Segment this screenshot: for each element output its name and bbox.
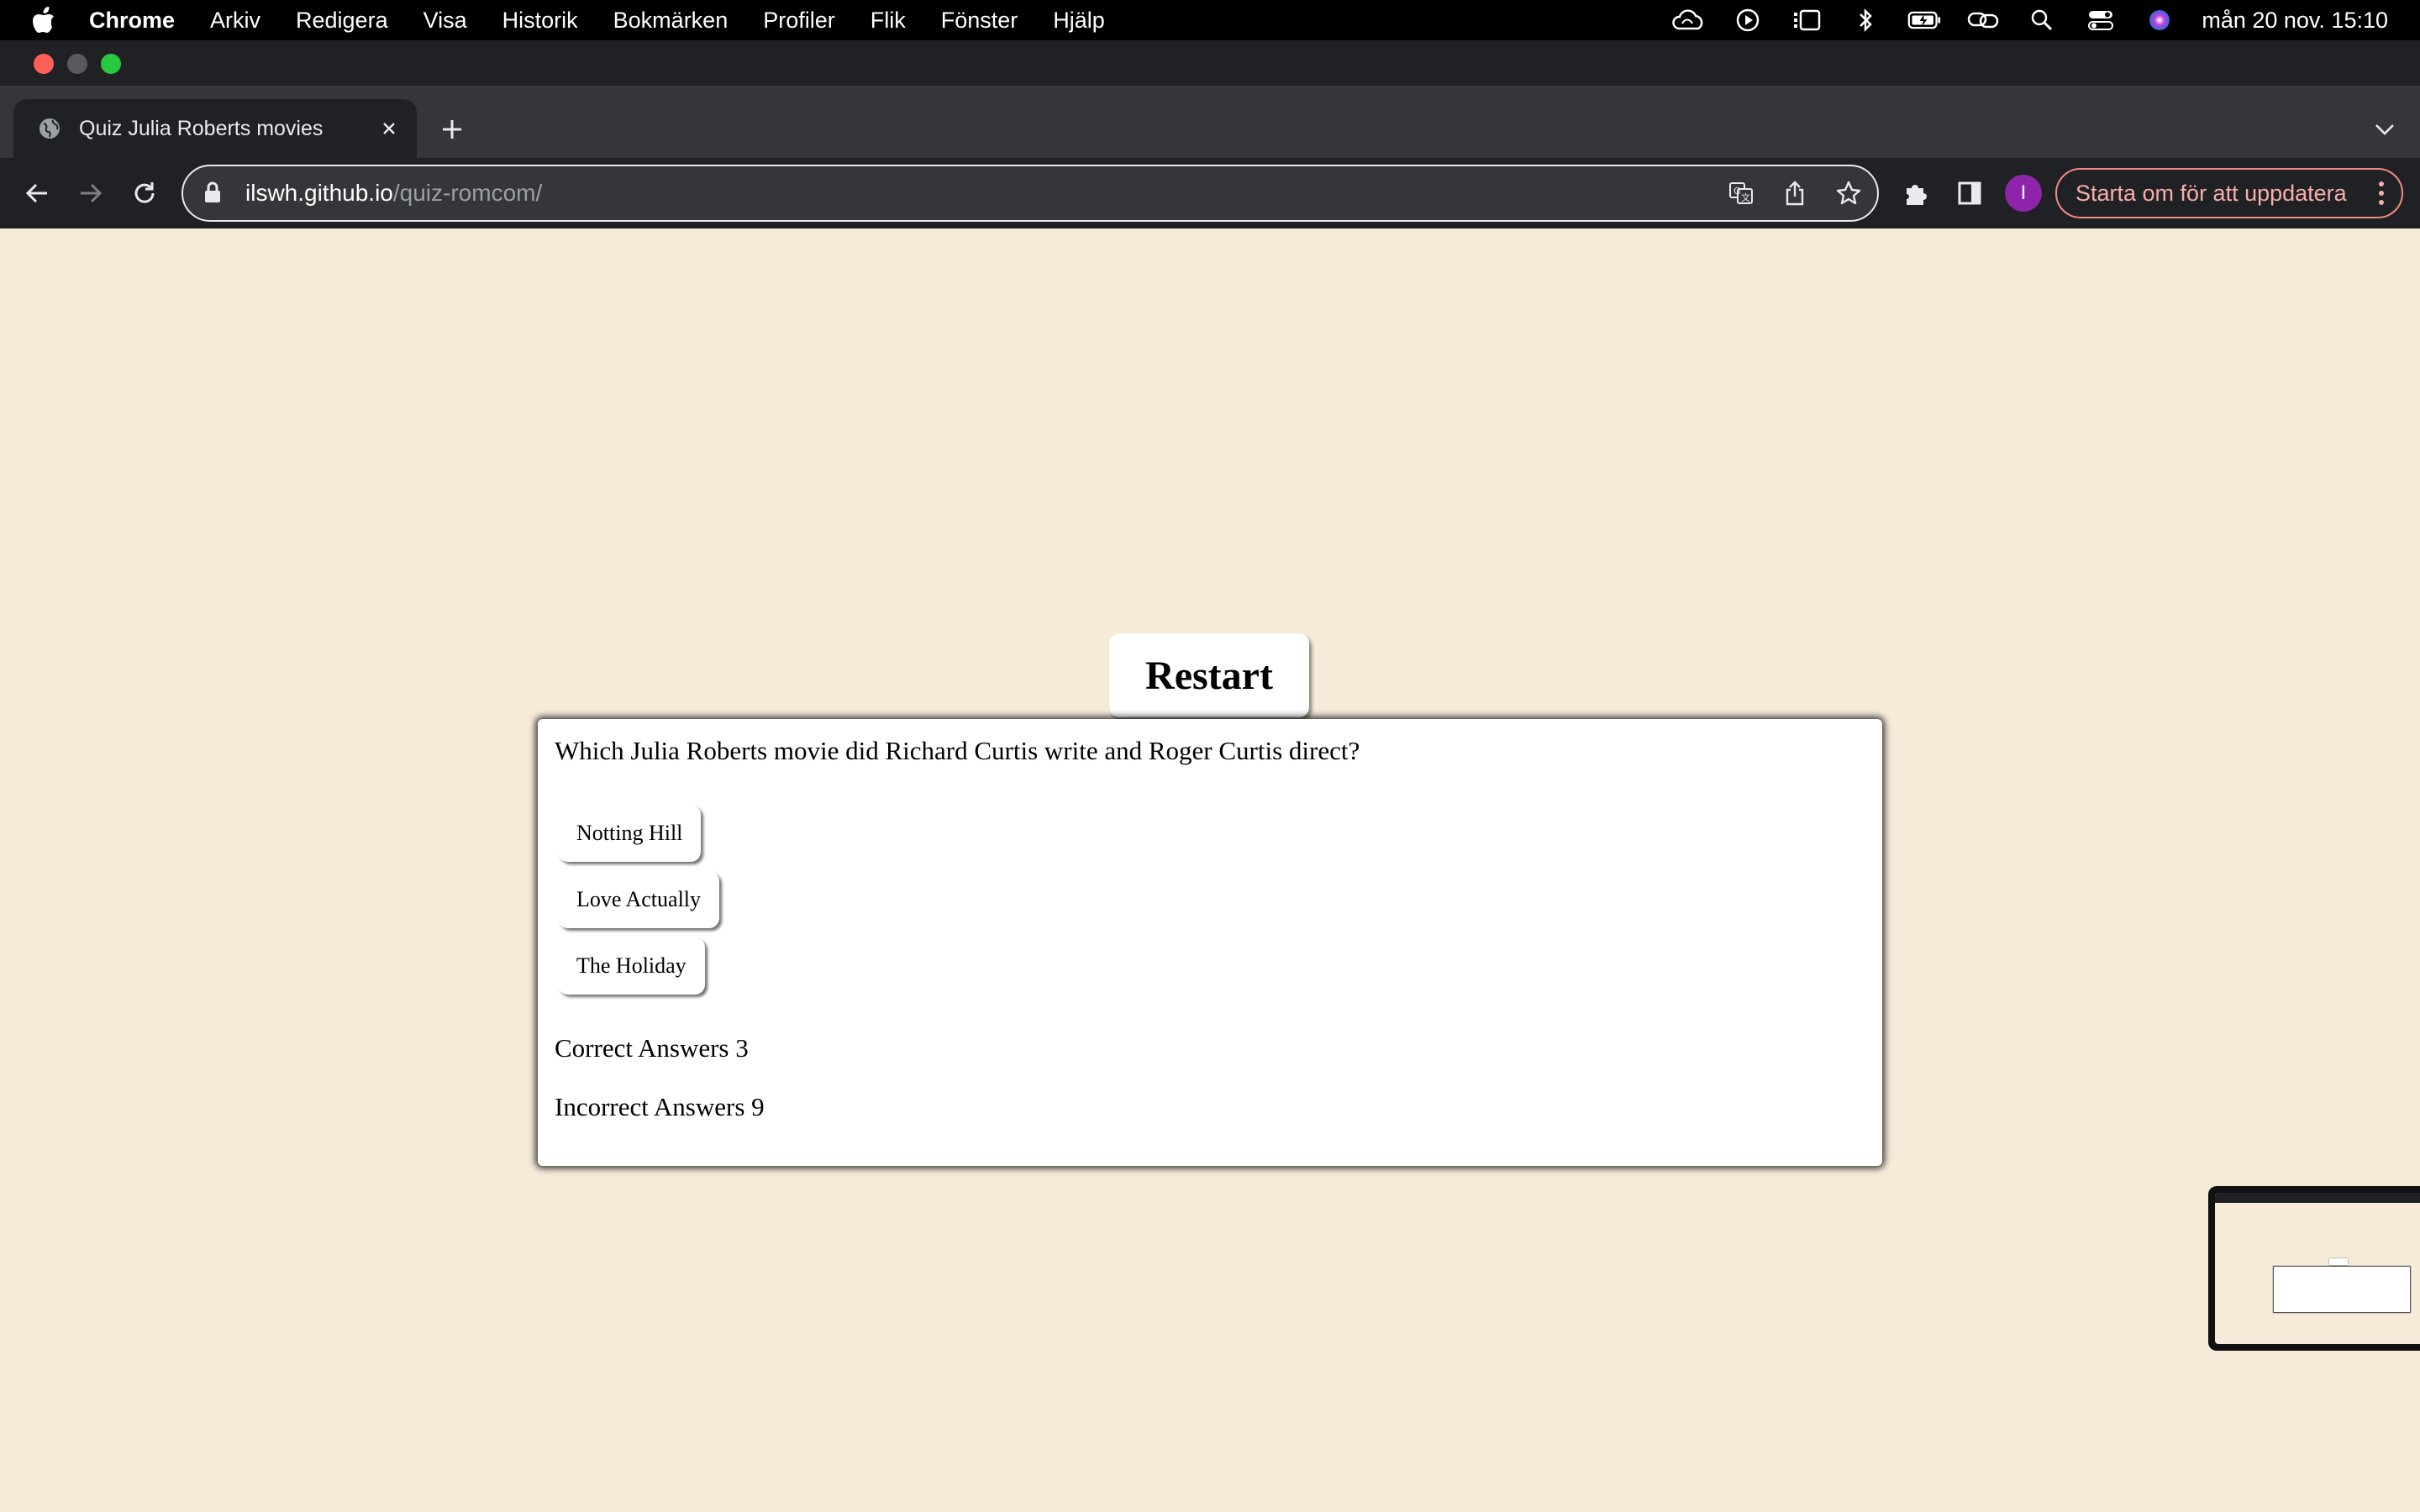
lock-icon[interactable] xyxy=(203,181,225,206)
menu-bar-status-area: mån 20 nov. 15:10 xyxy=(1647,0,2388,40)
back-arrow-icon[interactable] xyxy=(20,176,54,210)
extensions-puzzle-icon[interactable] xyxy=(1899,176,1933,210)
globe-icon xyxy=(37,116,62,141)
thumbnail-restart xyxy=(2329,1258,2348,1265)
tab-title: Quiz Julia Roberts movies xyxy=(79,116,324,140)
profile-avatar[interactable]: I xyxy=(2005,175,2042,212)
window-title-bar xyxy=(0,40,2420,86)
stage-manager-icon[interactable] xyxy=(1790,8,1823,33)
creative-cloud-icon[interactable] xyxy=(1672,8,1706,33)
bluetooth-icon[interactable] xyxy=(1849,8,1882,33)
menu-bar-clock[interactable]: mån 20 nov. 15:10 xyxy=(2202,8,2388,34)
answer-button-notting-hill[interactable]: Notting Hill xyxy=(558,805,702,862)
apple-menu-icon[interactable] xyxy=(32,7,55,34)
answer-button-love-actually[interactable]: Love Actually xyxy=(558,871,720,928)
tab-search-chevron-icon[interactable] xyxy=(2370,114,2400,144)
bookmark-star-icon[interactable] xyxy=(1832,176,1865,210)
side-panel-icon[interactable] xyxy=(1953,176,1986,210)
menu-hjalp[interactable]: Hjälp xyxy=(1053,8,1105,34)
screenshot-preview-image xyxy=(2215,1193,2420,1344)
close-window-button[interactable] xyxy=(34,54,54,74)
menu-visa[interactable]: Visa xyxy=(424,8,467,34)
update-label: Starta om för att uppdatera xyxy=(2075,180,2347,206)
question-text: Which Julia Roberts movie did Richard Cu… xyxy=(555,736,1360,765)
correct-answers-count: Correct Answers 3 xyxy=(555,1033,749,1063)
macos-menu-bar: Chrome Arkiv Redigera Visa Historik Bokm… xyxy=(0,0,2420,40)
thumbnail-toolbar xyxy=(2215,1193,2420,1203)
forward-arrow-icon[interactable] xyxy=(74,176,108,210)
menu-fonster[interactable]: Fönster xyxy=(941,8,1018,34)
control-center-icon[interactable] xyxy=(2084,8,2118,33)
zoom-window-button[interactable] xyxy=(101,54,121,74)
menu-arkiv[interactable]: Arkiv xyxy=(210,8,260,34)
url-host: ilswh.github.io xyxy=(245,180,393,206)
quiz-card: Which Julia Roberts movie did Richard Cu… xyxy=(538,719,1882,1166)
play-icon[interactable] xyxy=(1731,8,1765,33)
battery-icon[interactable] xyxy=(1907,8,1941,33)
incorrect-answers-count: Incorrect Answers 9 xyxy=(555,1092,765,1121)
answer-button-the-holiday[interactable]: The Holiday xyxy=(558,937,705,995)
more-menu-icon[interactable] xyxy=(2373,178,2390,208)
reload-icon[interactable] xyxy=(128,176,161,210)
restart-to-update-button[interactable]: Starta om för att uppdatera xyxy=(2055,168,2403,218)
minimize-window-button[interactable] xyxy=(67,54,87,74)
translate-icon[interactable]: G文 xyxy=(1724,176,1758,210)
url-path: /quiz-romcom/ xyxy=(392,180,543,206)
menu-historik[interactable]: Historik xyxy=(502,8,578,34)
screenshot-thumbnail[interactable] xyxy=(2208,1186,2420,1351)
svg-text:G: G xyxy=(1733,186,1741,197)
siri-icon[interactable] xyxy=(2143,8,2176,33)
address-bar[interactable]: ilswh.github.io/quiz-romcom/ G文 xyxy=(182,165,1879,222)
link-icon[interactable] xyxy=(1966,8,2000,33)
spotlight-search-icon[interactable] xyxy=(2025,8,2059,33)
menu-profiler[interactable]: Profiler xyxy=(763,8,835,34)
thumbnail-card xyxy=(2274,1267,2410,1312)
new-tab-icon[interactable] xyxy=(437,114,467,144)
svg-text:文: 文 xyxy=(1741,192,1750,203)
close-tab-icon[interactable] xyxy=(376,116,402,141)
menu-bokmarken[interactable]: Bokmärken xyxy=(613,8,729,34)
tab-quiz[interactable]: Quiz Julia Roberts movies xyxy=(13,99,417,158)
restart-button[interactable]: Restart xyxy=(1109,633,1309,717)
address-bar-actions: G文 xyxy=(1704,166,1865,220)
menu-flik[interactable]: Flik xyxy=(871,8,906,34)
menu-redigera[interactable]: Redigera xyxy=(296,8,388,34)
share-icon[interactable] xyxy=(1778,176,1812,210)
menu-app-name[interactable]: Chrome xyxy=(89,8,175,34)
